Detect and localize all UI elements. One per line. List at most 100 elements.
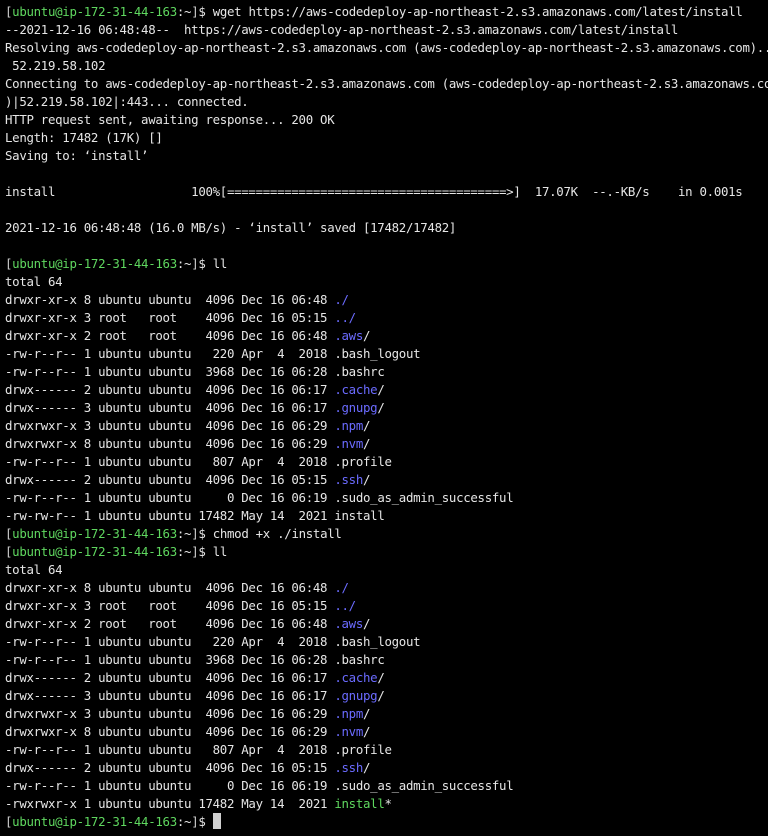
prompt-line: [ubuntu@ip-172-31-44-163:~]$ ll (5, 543, 768, 561)
listing-meta: drwxr-xr-x 8 ubuntu ubuntu 4096 Dec 16 0… (5, 580, 335, 595)
listing-filename: .npm (334, 706, 363, 721)
output-line: HTTP request sent, awaiting response... … (5, 111, 768, 129)
prompt-line: [ubuntu@ip-172-31-44-163:~]$ ll (5, 255, 768, 273)
listing-row: drwxr-xr-x 3 root root 4096 Dec 16 05:15… (5, 309, 768, 327)
output-text: 52.219.58.102 (5, 58, 106, 73)
listing-suffix: / (377, 400, 385, 415)
prompt-user-host: ubuntu@ip-172-31-44-163 (12, 526, 177, 541)
listing-meta: drwx------ 2 ubuntu ubuntu 4096 Dec 16 0… (5, 382, 335, 397)
listing-filename: install (334, 508, 385, 523)
listing-filename: .nvm (334, 724, 363, 739)
listing-filename: .bashrc (334, 364, 385, 379)
listing-filename: .aws (334, 616, 363, 631)
listing-meta: drwx------ 2 ubuntu ubuntu 4096 Dec 16 0… (5, 472, 335, 487)
listing-meta: drwx------ 2 ubuntu ubuntu 4096 Dec 16 0… (5, 760, 335, 775)
prompt-path: :~ (176, 526, 192, 541)
listing-filename: .sudo_as_admin_successful (334, 490, 514, 505)
listing-suffix: / (363, 328, 371, 343)
prompt-symbol: $ (198, 256, 206, 271)
output-text: Length: 17482 (17K) [] (5, 130, 163, 145)
listing-filename: .aws (334, 328, 363, 343)
listing-meta: drwxr-xr-x 3 root root 4096 Dec 16 05:15 (5, 310, 335, 325)
listing-suffix: * (384, 796, 392, 811)
command-text: ll (205, 256, 228, 271)
output-line: )|52.219.58.102|:443... connected. (5, 93, 768, 111)
prompt-path: :~ (176, 4, 192, 19)
output-line: install 100%[===========================… (5, 183, 768, 201)
listing-suffix: / (363, 724, 371, 739)
terminal-cursor[interactable] (212, 813, 221, 829)
listing-filename: .profile (334, 454, 392, 469)
output-text: 2021-12-16 06:48:48 (16.0 MB/s) - ‘insta… (5, 220, 457, 235)
listing-filename: .cache (334, 382, 378, 397)
listing-filename: .bashrc (334, 652, 385, 667)
listing-filename: .gnupg (334, 688, 378, 703)
listing-row: drwxr-xr-x 2 root root 4096 Dec 16 06:48… (5, 327, 768, 345)
terminal-window[interactable]: [ubuntu@ip-172-31-44-163:~]$ wget https:… (0, 0, 768, 836)
listing-meta: drwxrwxr-x 8 ubuntu ubuntu 4096 Dec 16 0… (5, 724, 335, 739)
listing-row: -rwxrwxr-x 1 ubuntu ubuntu 17482 May 14 … (5, 795, 768, 813)
prompt-user-host: ubuntu@ip-172-31-44-163 (12, 256, 177, 271)
output-text: Connecting to aws-codedeploy-ap-northeas… (5, 76, 768, 91)
prompt-path: :~ (176, 814, 192, 829)
command-text: wget https://aws-codedeploy-ap-northeast… (205, 4, 743, 19)
listing-filename: .gnupg (334, 400, 378, 415)
listing-row: -rw-r--r-- 1 ubuntu ubuntu 220 Apr 4 201… (5, 633, 768, 651)
listing-row: -rw-r--r-- 1 ubuntu ubuntu 0 Dec 16 06:1… (5, 489, 768, 507)
listing-suffix: / (377, 382, 385, 397)
listing-filename: .bash_logout (334, 634, 421, 649)
listing-row: drwx------ 3 ubuntu ubuntu 4096 Dec 16 0… (5, 687, 768, 705)
listing-filename: install (334, 796, 385, 811)
prompt-user-host: ubuntu@ip-172-31-44-163 (12, 814, 177, 829)
listing-row: drwxrwxr-x 8 ubuntu ubuntu 4096 Dec 16 0… (5, 723, 768, 741)
listing-row: -rw-r--r-- 1 ubuntu ubuntu 3968 Dec 16 0… (5, 651, 768, 669)
prompt-symbol: $ (198, 814, 206, 829)
listing-meta: -rwxrwxr-x 1 ubuntu ubuntu 17482 May 14 … (5, 796, 335, 811)
listing-meta: drwxr-xr-x 2 root root 4096 Dec 16 06:48 (5, 328, 335, 343)
listing-suffix: / (377, 670, 385, 685)
listing-filename: .bash_logout (334, 346, 421, 361)
listing-meta: drwx------ 3 ubuntu ubuntu 4096 Dec 16 0… (5, 400, 335, 415)
listing-row: drwx------ 2 ubuntu ubuntu 4096 Dec 16 0… (5, 471, 768, 489)
listing-meta: drwxrwxr-x 3 ubuntu ubuntu 4096 Dec 16 0… (5, 706, 335, 721)
listing-filename: .npm (334, 418, 363, 433)
listing-row: drwxrwxr-x 3 ubuntu ubuntu 4096 Dec 16 0… (5, 417, 768, 435)
output-text: install 100%[===========================… (5, 184, 743, 199)
listing-filename: .nvm (334, 436, 363, 451)
listing-filename: ../ (334, 598, 356, 613)
listing-row: drwx------ 2 ubuntu ubuntu 4096 Dec 16 0… (5, 669, 768, 687)
listing-row: -rw-r--r-- 1 ubuntu ubuntu 807 Apr 4 201… (5, 453, 768, 471)
output-line: total 64 (5, 273, 768, 291)
listing-filename: .ssh (334, 760, 363, 775)
listing-row: drwx------ 3 ubuntu ubuntu 4096 Dec 16 0… (5, 399, 768, 417)
listing-meta: drwx------ 3 ubuntu ubuntu 4096 Dec 16 0… (5, 688, 335, 703)
listing-row: drwxr-xr-x 2 root root 4096 Dec 16 06:48… (5, 615, 768, 633)
prompt-user-host: ubuntu@ip-172-31-44-163 (12, 4, 177, 19)
output-text: total 64 (5, 562, 63, 577)
listing-suffix: / (363, 616, 371, 631)
listing-meta: -rw-r--r-- 1 ubuntu ubuntu 220 Apr 4 201… (5, 346, 335, 361)
listing-suffix: / (377, 688, 385, 703)
output-line: total 64 (5, 561, 768, 579)
listing-row: drwxr-xr-x 8 ubuntu ubuntu 4096 Dec 16 0… (5, 579, 768, 597)
listing-meta: -rw-r--r-- 1 ubuntu ubuntu 807 Apr 4 201… (5, 454, 335, 469)
output-line: Saving to: ‘install’ (5, 147, 768, 165)
prompt-user-host: ubuntu@ip-172-31-44-163 (12, 544, 177, 559)
output-text: Resolving aws-codedeploy-ap-northeast-2.… (5, 40, 768, 55)
listing-meta: -rw-r--r-- 1 ubuntu ubuntu 3968 Dec 16 0… (5, 652, 335, 667)
prompt-symbol: $ (198, 526, 206, 541)
listing-suffix: / (363, 760, 371, 775)
listing-meta: -rw-r--r-- 1 ubuntu ubuntu 220 Apr 4 201… (5, 634, 335, 649)
listing-row: -rw-r--r-- 1 ubuntu ubuntu 220 Apr 4 201… (5, 345, 768, 363)
output-text: HTTP request sent, awaiting response... … (5, 112, 335, 127)
command-text (206, 814, 213, 829)
listing-meta: -rw-r--r-- 1 ubuntu ubuntu 0 Dec 16 06:1… (5, 778, 335, 793)
listing-row: -rw-r--r-- 1 ubuntu ubuntu 807 Apr 4 201… (5, 741, 768, 759)
command-text: chmod +x ./install (205, 526, 342, 541)
listing-suffix: / (363, 472, 371, 487)
output-line: Length: 17482 (17K) [] (5, 129, 768, 147)
listing-filename: .profile (334, 742, 392, 757)
